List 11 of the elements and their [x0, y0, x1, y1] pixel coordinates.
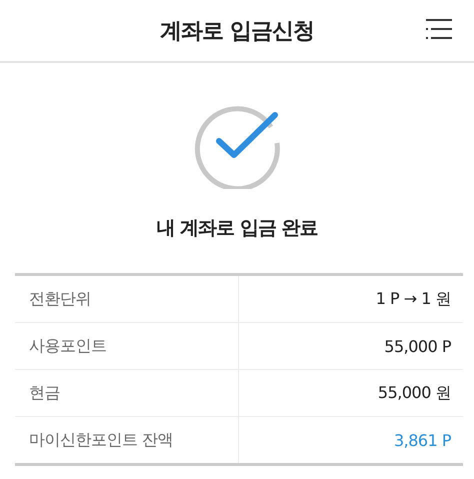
menu-icon[interactable] [424, 18, 454, 40]
row-value: 1 P → 1 원 [376, 288, 451, 310]
row-value: 3,861 P [394, 430, 451, 450]
row-value: 55,000 P [384, 336, 451, 356]
page-title: 계좌로 입금신청 [160, 18, 314, 46]
row-label: 사용포인트 [29, 336, 106, 356]
completion-message: 내 계좌로 입금 완료 [156, 216, 318, 241]
row-label: 전환단위 [29, 288, 91, 310]
row-label: 현금 [29, 382, 60, 404]
row-label: 마이신한포인트 잔액 [29, 430, 174, 450]
row-value: 55,000 원 [378, 382, 451, 404]
